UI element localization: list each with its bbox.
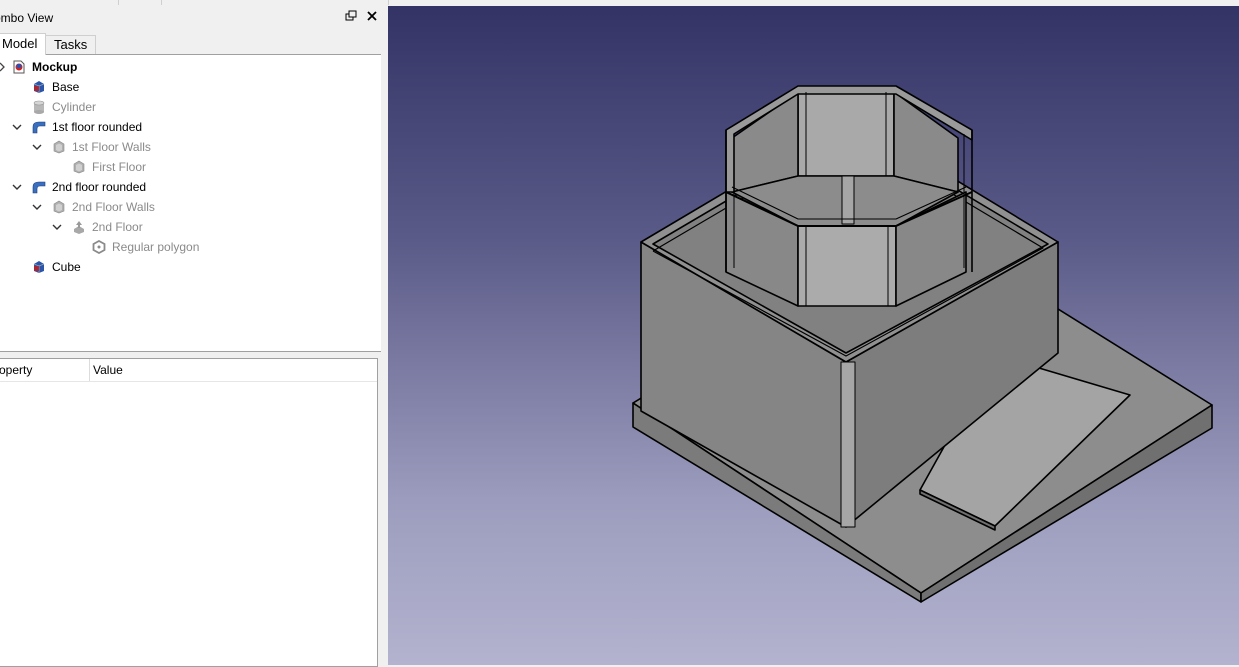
polygon-icon [92, 239, 106, 255]
tree-item-label: 1st floor rounded [52, 120, 143, 134]
property-view: roperty Value [0, 358, 378, 667]
chevron-down-icon[interactable] [51, 217, 63, 237]
3d-model [632, 85, 1213, 603]
tab-model[interactable]: Model [0, 33, 47, 55]
tree-item-1st-floor-walls[interactable]: 1st Floor Walls [0, 137, 380, 157]
inner-fillet [841, 175, 855, 225]
combo-view-panel: ombo View Model Tasks Mockup Base [0, 6, 388, 667]
wall-icon [72, 160, 86, 174]
model-tree: Mockup Base Cylinder 1st floor rounded 1… [0, 54, 382, 352]
chevron-down-icon[interactable] [11, 117, 23, 137]
octagon-back-wall [797, 91, 895, 177]
combo-view-tabs: Model Tasks [0, 33, 384, 55]
close-icon[interactable] [364, 10, 380, 26]
tree-item-label: Mockup [32, 60, 78, 74]
expand-arrow-icon[interactable] [0, 57, 10, 77]
tree-item-label: 2nd Floor Walls [72, 200, 155, 214]
tree-item-label: 1st Floor Walls [72, 140, 151, 154]
document-icon [12, 60, 26, 74]
tree-item-label: Base [52, 80, 80, 94]
tree-item-cube[interactable]: Cube [0, 257, 380, 277]
cylinder-icon [32, 100, 46, 114]
octagon-front-center [797, 225, 897, 307]
corner-fillet [840, 361, 856, 528]
tree-item-label: 2nd floor rounded [52, 180, 147, 194]
tree-item-label: Cylinder [52, 100, 97, 114]
toolbar-separator [388, 0, 389, 5]
tree-item-2nd-floor-walls[interactable]: 2nd Floor Walls [0, 197, 380, 217]
chevron-down-icon[interactable] [11, 177, 23, 197]
chevron-down-icon[interactable] [31, 137, 43, 157]
tree-item-first-floor[interactable]: First Floor [0, 157, 380, 177]
toolbar-separator [118, 0, 119, 5]
wall-icon [52, 200, 66, 214]
tree-item-regular-polygon[interactable]: Regular polygon [0, 237, 380, 257]
3d-viewport[interactable] [388, 6, 1239, 665]
panel-splitter[interactable] [381, 6, 388, 665]
tree-item-base[interactable]: Base [0, 77, 380, 97]
tree-item-mockup[interactable]: Mockup [0, 57, 380, 77]
value-column-header[interactable]: Value [93, 363, 123, 377]
tab-tasks[interactable]: Tasks [45, 35, 97, 54]
column-divider[interactable] [89, 359, 90, 381]
tree-item-1st-floor-rounded[interactable]: 1st floor rounded [0, 117, 380, 137]
toolbar-separator [161, 0, 162, 5]
fillet-icon [32, 180, 46, 194]
tree-item-label: 2nd Floor [92, 220, 143, 234]
cube-icon [32, 80, 46, 94]
cube-icon [32, 260, 46, 274]
combo-view-title: ombo View [0, 11, 54, 25]
fillet-icon [32, 120, 46, 134]
tree-item-label: First Floor [92, 160, 146, 174]
float-icon[interactable] [343, 10, 359, 26]
property-header: roperty Value [0, 359, 377, 382]
combo-view-titlebar: ombo View [0, 10, 384, 28]
tree-item-2nd-floor-rounded[interactable]: 2nd floor rounded [0, 177, 380, 197]
extrude-icon [72, 220, 86, 234]
tree-item-label: Regular polygon [112, 240, 200, 254]
chevron-down-icon[interactable] [31, 197, 43, 217]
property-column-header[interactable]: roperty [0, 363, 32, 377]
wall-icon [52, 140, 66, 154]
tree-item-2nd-floor[interactable]: 2nd Floor [0, 217, 380, 237]
tree-item-cylinder[interactable]: Cylinder [0, 97, 380, 117]
tree-item-label: Cube [52, 260, 81, 274]
